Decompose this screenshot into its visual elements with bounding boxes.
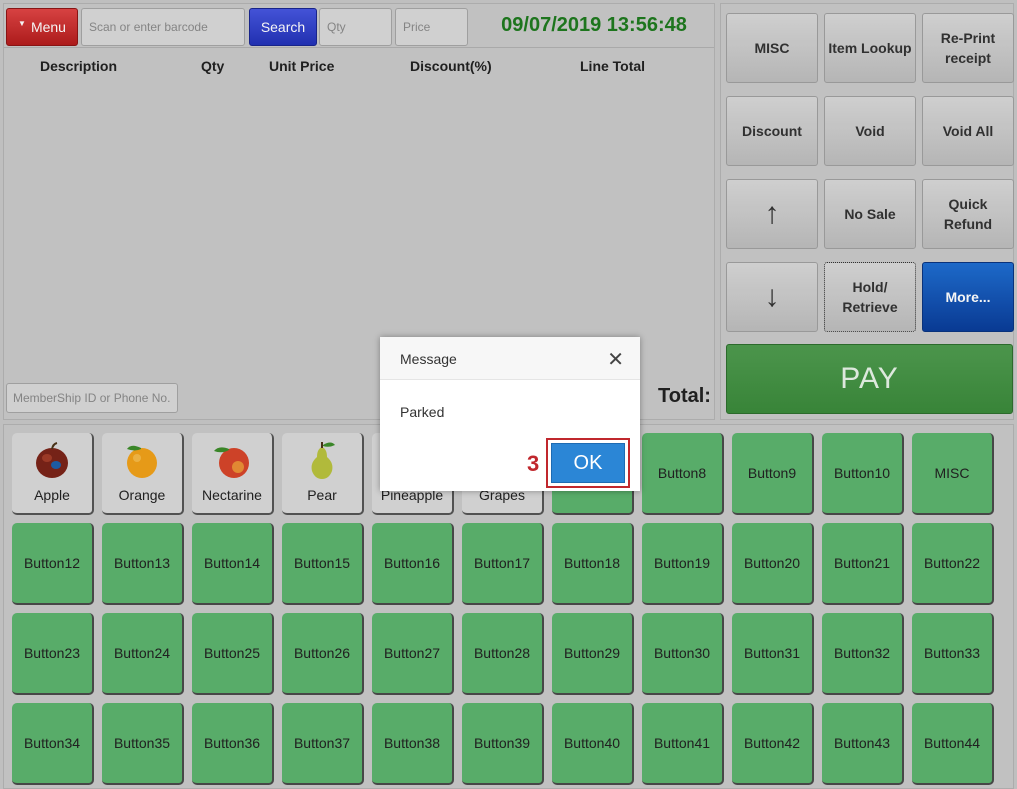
message-dialog: Message ✕ Parked OK: [380, 337, 640, 491]
ok-button[interactable]: OK: [551, 443, 625, 483]
ok-highlight-frame: OK: [546, 438, 630, 488]
dialog-header: Message ✕: [380, 337, 640, 380]
step-number-annotation: 3: [527, 451, 540, 476]
close-icon[interactable]: ✕: [607, 347, 624, 372]
dialog-title: Message: [400, 351, 457, 367]
dialog-message: Parked: [400, 404, 445, 420]
